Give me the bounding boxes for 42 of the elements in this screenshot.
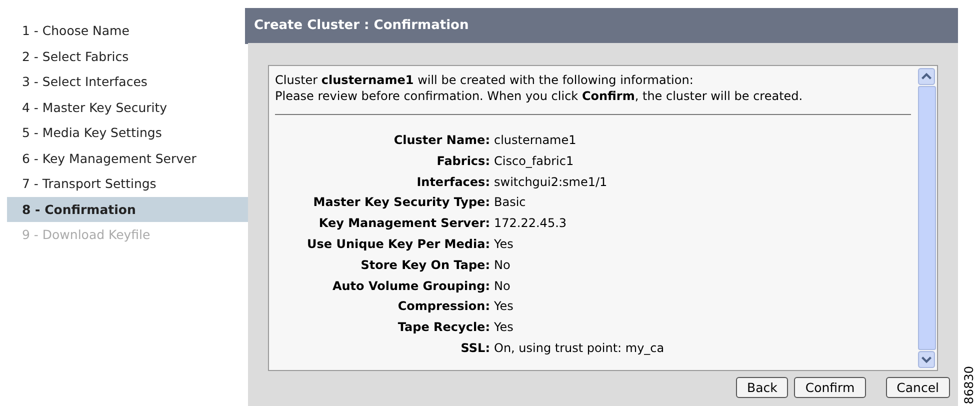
intro-text: Cluster clustername1 will be created with the following information: bbox=[275, 72, 694, 88]
field-label: Key Management Server: bbox=[318, 215, 490, 232]
dialog-button[interactable]: Cancel bbox=[886, 377, 950, 398]
field-value: Yes bbox=[494, 298, 514, 316]
scrollbar[interactable] bbox=[917, 66, 937, 370]
field-label: Compression: bbox=[396, 298, 490, 316]
field-label: Auto Volume Grouping: bbox=[331, 278, 490, 295]
field-label: Fabrics: bbox=[436, 152, 490, 170]
field-label: SSL: bbox=[460, 340, 490, 357]
wizard-step[interactable]: 7 - Transport Settings bbox=[0, 171, 248, 196]
field-label: Cluster Name: bbox=[392, 132, 490, 149]
scrollbar-thumb[interactable] bbox=[918, 86, 936, 350]
scroll-up-icon[interactable] bbox=[918, 68, 935, 85]
field-label: Interfaces: bbox=[416, 174, 490, 191]
field-label: Store Key On Tape: bbox=[360, 256, 490, 274]
figure-number: 86830 bbox=[962, 366, 976, 404]
field-value: Basic bbox=[494, 194, 527, 212]
wizard-step[interactable]: 4 - Master Key Security bbox=[0, 94, 248, 120]
dialog-button[interactable]: Confirm bbox=[794, 377, 866, 398]
field-value: Yes bbox=[494, 319, 514, 336]
panel-title: Create Cluster : Confirmation bbox=[248, 8, 958, 43]
wizard-step[interactable]: 6 - Key Management Server bbox=[0, 146, 248, 171]
wizard-step[interactable]: 1 - Choose Name bbox=[0, 18, 248, 44]
field-value: Cisco_fabric1 bbox=[494, 152, 575, 170]
field-value: No bbox=[494, 256, 512, 274]
field-value: On, using trust point: my_ca bbox=[494, 340, 666, 357]
field-value: clustername1 bbox=[494, 132, 578, 149]
field-label: Master Key Security Type: bbox=[312, 194, 490, 212]
field-value: 172.22.45.3 bbox=[494, 215, 568, 232]
field-label: Use Unique Key Per Media: bbox=[306, 236, 490, 253]
field-value: Yes bbox=[494, 236, 514, 253]
wizard-step[interactable]: 2 - Select Fabrics bbox=[0, 44, 248, 69]
wizard-step[interactable]: 8 - Confirmation bbox=[7, 196, 248, 222]
scroll-down-icon[interactable] bbox=[918, 351, 935, 368]
wizard-step[interactable]: 5 - Media Key Settings bbox=[0, 120, 248, 146]
field-value: switchgui2:sme1/1 bbox=[494, 174, 608, 191]
intro-text: Please review before confirmation. When you click Confirm, the cluster will be created. bbox=[275, 88, 804, 104]
dialog-button[interactable]: Back bbox=[736, 377, 788, 398]
field-value: No bbox=[494, 278, 512, 295]
field-label: Tape Recycle: bbox=[396, 319, 490, 336]
wizard-step[interactable]: 3 - Select Interfaces bbox=[0, 69, 248, 94]
scrollbar-thumb bbox=[245, 8, 248, 44]
